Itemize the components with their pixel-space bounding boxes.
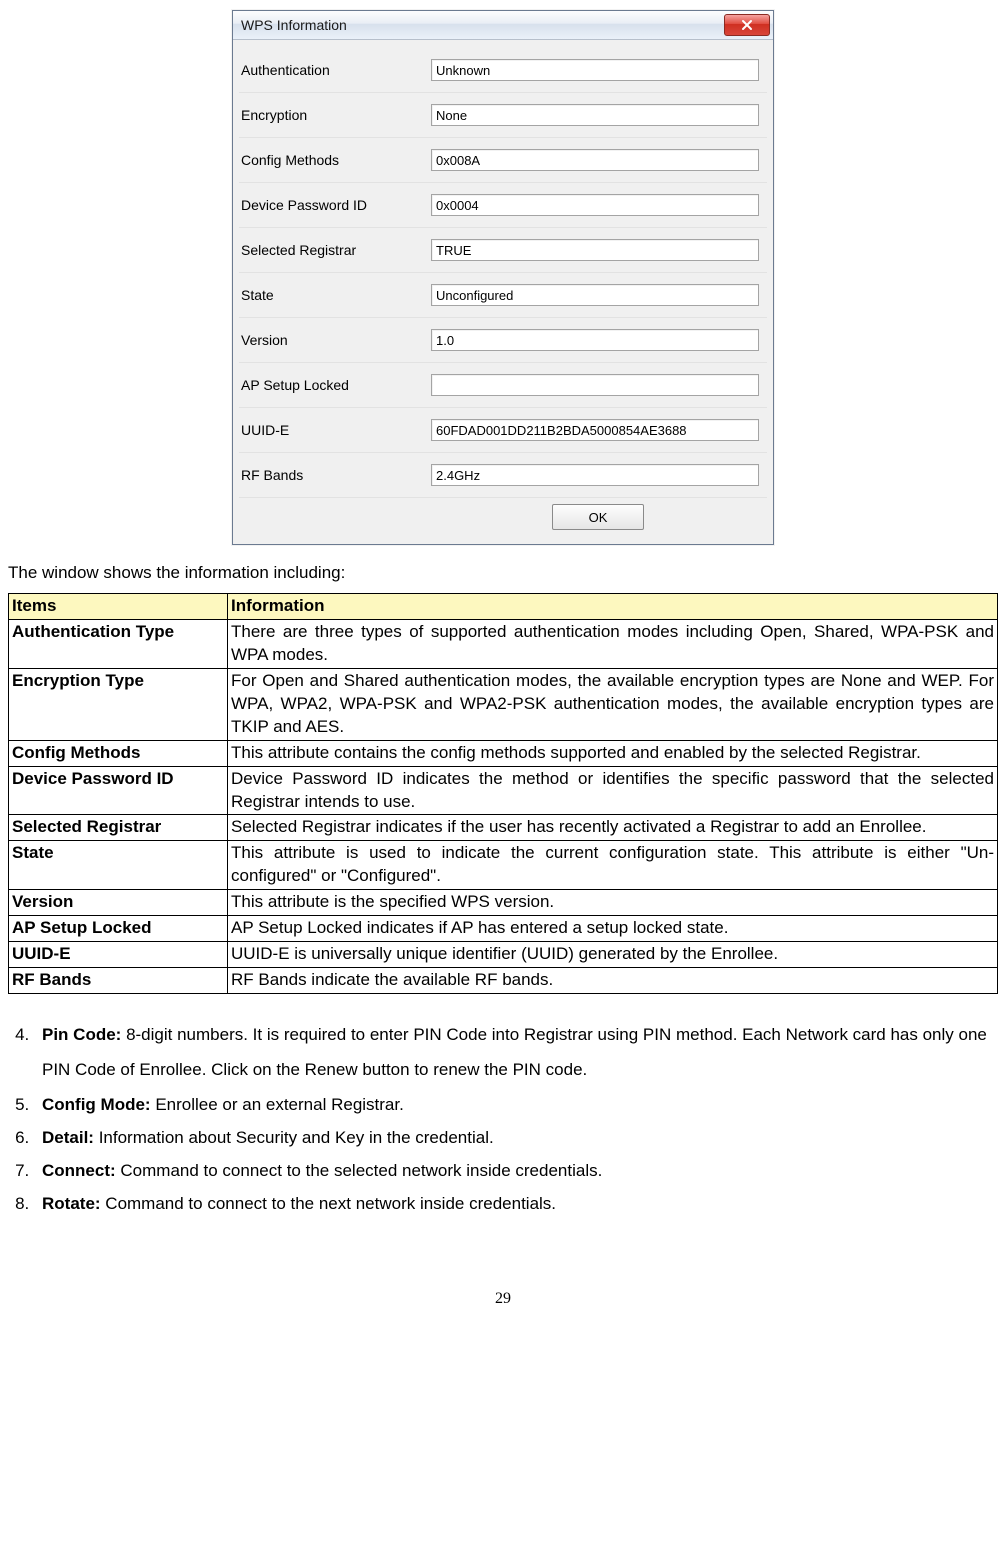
field-label: Selected Registrar <box>239 242 431 258</box>
table-desc: RF Bands indicate the available RF bands… <box>228 968 998 994</box>
table-term: Encryption Type <box>9 668 228 740</box>
table-term: Authentication Type <box>9 619 228 668</box>
field-label: UUID-E <box>239 422 431 438</box>
dialog-titlebar: WPS Information <box>233 11 773 40</box>
table-term: Device Password ID <box>9 766 228 815</box>
list-item-desc: 8-digit numbers. It is required to enter… <box>42 1025 987 1079</box>
table-row: Config MethodsThis attribute contains th… <box>9 740 998 766</box>
table-term: RF Bands <box>9 968 228 994</box>
field-label: Authentication <box>239 62 431 78</box>
numbered-list: Pin Code: 8-digit numbers. It is require… <box>8 1018 998 1220</box>
table-term: Selected Registrar <box>9 815 228 841</box>
list-item: Pin Code: 8-digit numbers. It is require… <box>34 1018 994 1088</box>
close-button[interactable] <box>724 14 770 36</box>
state-input[interactable] <box>431 284 759 306</box>
table-term: Config Methods <box>9 740 228 766</box>
table-row: Device Password IDDevice Password ID ind… <box>9 766 998 815</box>
table-term: AP Setup Locked <box>9 916 228 942</box>
list-item: Rotate: Command to connect to the next n… <box>34 1187 994 1220</box>
field-row: AP Setup Locked <box>239 363 767 408</box>
field-row: State <box>239 273 767 318</box>
field-label: RF Bands <box>239 467 431 483</box>
list-item-title: Connect: <box>42 1161 116 1180</box>
field-label: Device Password ID <box>239 197 431 213</box>
intro-text: The window shows the information includi… <box>8 563 998 583</box>
table-desc: UUID-E is universally unique identifier … <box>228 942 998 968</box>
table-row: AP Setup LockedAP Setup Locked indicates… <box>9 916 998 942</box>
ap-setup-locked-input[interactable] <box>431 374 759 396</box>
list-item: Detail: Information about Security and K… <box>34 1121 994 1154</box>
list-item: Config Mode: Enrollee or an external Reg… <box>34 1088 994 1121</box>
field-row: Version <box>239 318 767 363</box>
field-label: State <box>239 287 431 303</box>
field-label: Config Methods <box>239 152 431 168</box>
table-desc: This attribute is used to indicate the c… <box>228 841 998 890</box>
field-row: Encryption <box>239 93 767 138</box>
list-item-title: Config Mode: <box>42 1095 151 1114</box>
list-item-title: Detail: <box>42 1128 94 1147</box>
table-desc: AP Setup Locked indicates if AP has ente… <box>228 916 998 942</box>
authentication-input[interactable] <box>431 59 759 81</box>
list-item-title: Pin Code: <box>42 1025 121 1044</box>
selected-registrar-input[interactable] <box>431 239 759 261</box>
field-row: Config Methods <box>239 138 767 183</box>
table-row: UUID-EUUID-E is universally unique ident… <box>9 942 998 968</box>
table-desc: For Open and Shared authentication modes… <box>228 668 998 740</box>
list-item-desc: Command to connect to the selected netwo… <box>116 1161 603 1180</box>
table-desc: Device Password ID indicates the method … <box>228 766 998 815</box>
encryption-input[interactable] <box>431 104 759 126</box>
dialog-title: WPS Information <box>241 17 347 33</box>
uuid-e-input[interactable] <box>431 419 759 441</box>
table-desc: Selected Registrar indicates if the user… <box>228 815 998 841</box>
page-number: 29 <box>8 1290 998 1308</box>
field-row: UUID-E <box>239 408 767 453</box>
field-label: Version <box>239 332 431 348</box>
wps-information-dialog: WPS Information Authentication Encryptio… <box>232 10 774 545</box>
table-row: Authentication TypeThere are three types… <box>9 619 998 668</box>
field-label: AP Setup Locked <box>239 377 431 393</box>
close-icon <box>741 19 753 31</box>
ok-button[interactable]: OK <box>552 504 644 530</box>
table-desc: There are three types of supported authe… <box>228 619 998 668</box>
list-item-desc: Information about Security and Key in th… <box>94 1128 494 1147</box>
info-table: Items Information Authentication TypeThe… <box>8 593 998 994</box>
field-row: Selected Registrar <box>239 228 767 273</box>
list-item: Connect: Command to connect to the selec… <box>34 1154 994 1187</box>
field-label: Encryption <box>239 107 431 123</box>
table-row: RF BandsRF Bands indicate the available … <box>9 968 998 994</box>
table-term: State <box>9 841 228 890</box>
table-row: VersionThis attribute is the specified W… <box>9 890 998 916</box>
field-row: RF Bands <box>239 453 767 498</box>
device-password-id-input[interactable] <box>431 194 759 216</box>
field-row: Device Password ID <box>239 183 767 228</box>
list-item-desc: Enrollee or an external Registrar. <box>151 1095 404 1114</box>
table-term: Version <box>9 890 228 916</box>
table-row: Selected RegistrarSelected Registrar ind… <box>9 815 998 841</box>
table-header-information: Information <box>228 594 998 620</box>
dialog-body: Authentication Encryption Config Methods… <box>233 40 773 544</box>
table-header-items: Items <box>9 594 228 620</box>
table-term: UUID-E <box>9 942 228 968</box>
table-desc: This attribute is the specified WPS vers… <box>228 890 998 916</box>
table-row: StateThis attribute is used to indicate … <box>9 841 998 890</box>
rf-bands-input[interactable] <box>431 464 759 486</box>
table-desc: This attribute contains the config metho… <box>228 740 998 766</box>
table-row: Encryption TypeFor Open and Shared authe… <box>9 668 998 740</box>
list-item-title: Rotate: <box>42 1194 101 1213</box>
list-item-desc: Command to connect to the next network i… <box>101 1194 556 1213</box>
config-methods-input[interactable] <box>431 149 759 171</box>
version-input[interactable] <box>431 329 759 351</box>
field-row: Authentication <box>239 48 767 93</box>
